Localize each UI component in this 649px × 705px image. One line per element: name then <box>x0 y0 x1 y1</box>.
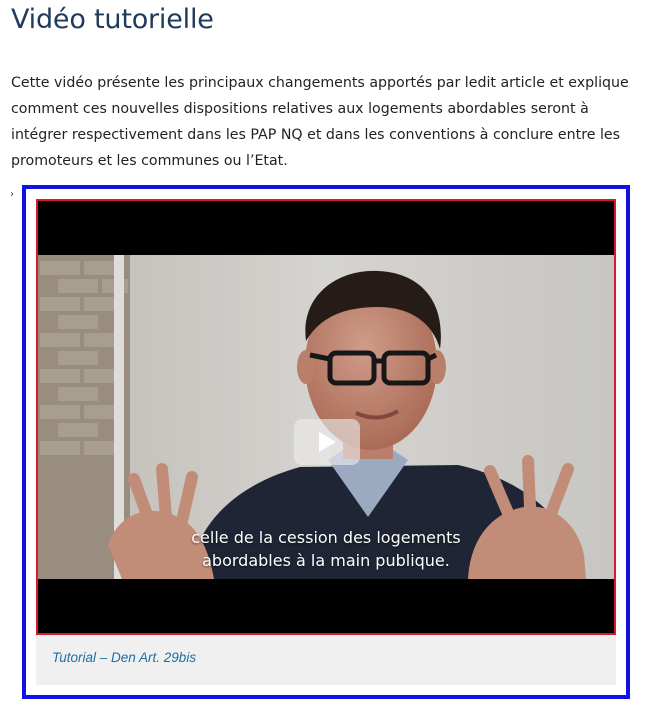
bullet-caret: › <box>10 189 14 200</box>
video-figure: celle de la cession des logements aborda… <box>36 199 616 685</box>
video-subtitles: celle de la cession des logements aborda… <box>38 526 614 572</box>
play-icon <box>319 432 336 452</box>
video-caption-link[interactable]: Tutorial – Den Art. 29bis <box>52 650 196 665</box>
play-button[interactable] <box>294 419 360 465</box>
subtitle-line: abordables à la main publique. <box>202 551 450 570</box>
video-figure-highlight: celle de la cession des logements aborda… <box>22 185 630 699</box>
section-title: Vidéo tutorielle <box>11 4 214 35</box>
intro-paragraph: Cette vidéo présente les principaux chan… <box>11 75 629 169</box>
subtitle-line: celle de la cession des logements <box>191 528 461 547</box>
video-player[interactable]: celle de la cession des logements aborda… <box>36 199 616 635</box>
